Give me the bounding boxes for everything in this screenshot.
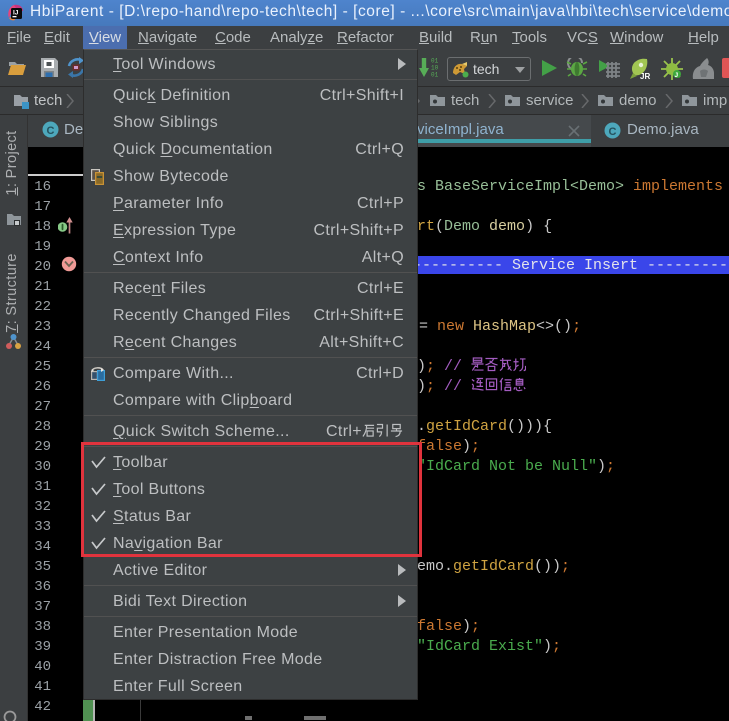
svg-text:JR: JR (640, 72, 650, 81)
svg-text:01: 01 (431, 72, 439, 79)
svg-text:10: 10 (431, 65, 439, 72)
svg-text:C: C (609, 126, 617, 138)
svg-text:C: C (47, 125, 55, 137)
svg-text:J: J (675, 72, 679, 79)
svg-text:IJ: IJ (13, 10, 19, 17)
svg-text:01: 01 (431, 58, 439, 65)
